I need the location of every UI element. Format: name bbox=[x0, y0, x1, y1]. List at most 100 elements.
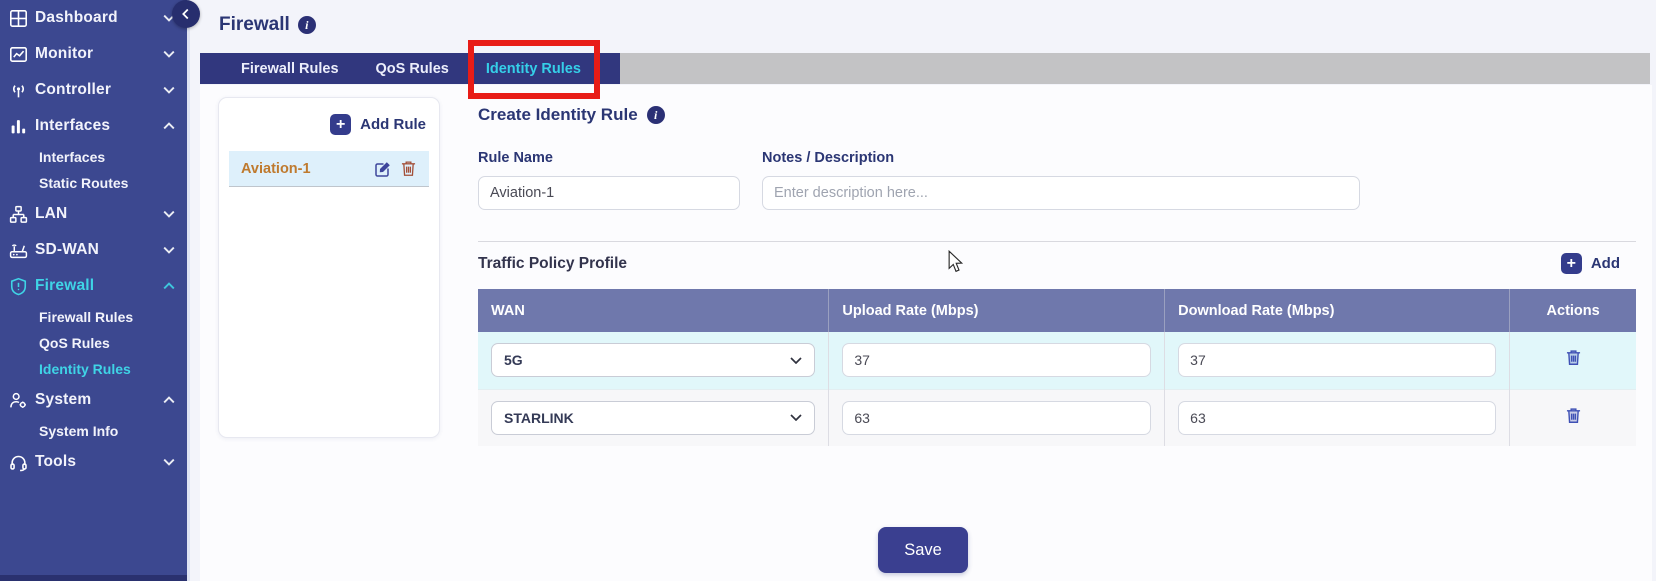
delete-row-button[interactable] bbox=[1566, 407, 1581, 424]
sidebar-subitem-qos-rules[interactable]: QoS Rules bbox=[0, 330, 187, 356]
wan-select-value: 5G bbox=[504, 352, 790, 368]
sidebar-item-label: Tools bbox=[35, 453, 163, 471]
sidebar-item-label: Controller bbox=[35, 81, 163, 99]
mouse-cursor bbox=[948, 250, 964, 273]
chevron-up-icon bbox=[163, 280, 175, 292]
notes-label: Notes / Description bbox=[762, 150, 1360, 166]
sidebar-subitem-system-info[interactable]: System Info bbox=[0, 418, 187, 444]
chevron-down-icon bbox=[163, 208, 175, 220]
chevron-down-icon bbox=[790, 357, 802, 364]
delete-rule-button[interactable] bbox=[401, 160, 419, 178]
info-icon[interactable]: i bbox=[647, 106, 665, 124]
sidebar-item-label: Monitor bbox=[35, 45, 163, 63]
sidebar-subitem-static-routes[interactable]: Static Routes bbox=[0, 170, 187, 196]
upload-rate-input[interactable] bbox=[842, 343, 1151, 377]
rule-list-item[interactable]: Aviation-1 bbox=[229, 151, 429, 187]
traffic-policy-header-row: Traffic Policy Profile + Add bbox=[478, 253, 1636, 274]
annotation-red-box bbox=[468, 40, 600, 99]
sidebar-item-interfaces[interactable]: Interfaces bbox=[0, 108, 187, 144]
form-fields-row: Rule Name Notes / Description bbox=[478, 150, 1636, 210]
sidebar-item-label: LAN bbox=[35, 205, 163, 223]
section-divider bbox=[478, 241, 1636, 242]
lan-network-icon bbox=[9, 205, 28, 224]
add-rule-button[interactable]: + Add Rule bbox=[219, 98, 439, 147]
info-icon[interactable]: i bbox=[298, 16, 316, 34]
sidebar-subitem-firewall-rules[interactable]: Firewall Rules bbox=[0, 304, 187, 330]
upload-rate-input[interactable] bbox=[842, 401, 1151, 435]
tab-bar-empty-area bbox=[620, 53, 1650, 84]
chevron-down-icon bbox=[163, 244, 175, 256]
bar-chart-icon bbox=[9, 117, 28, 136]
trash-icon bbox=[1566, 407, 1581, 424]
chevron-left-icon bbox=[178, 6, 194, 22]
sidebar-subitem-label: System Info bbox=[39, 423, 118, 439]
sidebar-item-label: SD-WAN bbox=[35, 241, 163, 259]
monitor-icon bbox=[9, 45, 28, 64]
traffic-policy-table: WAN Upload Rate (Mbps) Download Rate (Mb… bbox=[478, 289, 1636, 446]
sidebar-nav: Dashboard Monitor Controller bbox=[0, 0, 187, 480]
wan-select[interactable]: 5G bbox=[491, 343, 815, 377]
shield-icon bbox=[9, 277, 28, 296]
page-header: Firewall i bbox=[219, 14, 316, 36]
sidebar-subitem-label: Static Routes bbox=[39, 175, 128, 191]
wan-select[interactable]: STARLINK bbox=[491, 401, 815, 435]
plus-icon: + bbox=[330, 114, 351, 135]
column-header-download: Download Rate (Mbps) bbox=[1165, 289, 1510, 332]
sidebar-bottom-strip bbox=[0, 575, 187, 581]
rule-name-text: Aviation-1 bbox=[241, 161, 365, 177]
sidebar-item-label: System bbox=[35, 391, 163, 409]
sidebar-subitem-identity-rules[interactable]: Identity Rules bbox=[0, 356, 187, 382]
download-rate-input[interactable] bbox=[1178, 343, 1496, 377]
sidebar-item-label: Interfaces bbox=[35, 117, 163, 135]
sidebar-subitem-label: QoS Rules bbox=[39, 335, 110, 351]
rule-name-field-group: Rule Name bbox=[478, 150, 740, 210]
traffic-policy-label: Traffic Policy Profile bbox=[478, 255, 1561, 273]
chevron-up-icon bbox=[163, 394, 175, 406]
sidebar-item-dashboard[interactable]: Dashboard bbox=[0, 0, 187, 36]
save-button[interactable]: Save bbox=[878, 527, 968, 573]
column-header-upload: Upload Rate (Mbps) bbox=[829, 289, 1165, 332]
tab-qos-rules[interactable]: QoS Rules bbox=[376, 61, 449, 77]
trash-icon bbox=[1566, 349, 1581, 366]
download-rate-input[interactable] bbox=[1178, 401, 1496, 435]
sidebar-subitem-label: Firewall Rules bbox=[39, 309, 133, 325]
sidebar-item-lan[interactable]: LAN bbox=[0, 196, 187, 232]
sidebar-item-firewall[interactable]: Firewall bbox=[0, 268, 187, 304]
sidebar-item-monitor[interactable]: Monitor bbox=[0, 36, 187, 72]
delete-row-button[interactable] bbox=[1566, 349, 1581, 366]
chevron-down-icon bbox=[790, 414, 802, 421]
sidebar-subitem-label: Identity Rules bbox=[39, 361, 131, 377]
chevron-down-icon bbox=[163, 84, 175, 96]
edit-rule-button[interactable] bbox=[374, 160, 392, 178]
dashboard-icon bbox=[9, 9, 28, 28]
sidebar-item-tools[interactable]: Tools bbox=[0, 444, 187, 480]
column-header-wan: WAN bbox=[478, 289, 829, 332]
sidebar-item-label: Dashboard bbox=[35, 9, 163, 27]
column-header-actions: Actions bbox=[1510, 289, 1636, 332]
sidebar-collapse-button[interactable] bbox=[172, 0, 200, 28]
notes-field-group: Notes / Description bbox=[762, 150, 1360, 210]
rule-name-input[interactable] bbox=[478, 176, 740, 210]
rule-list-card: + Add Rule Aviation-1 bbox=[218, 97, 440, 438]
wan-select-value: STARLINK bbox=[504, 410, 790, 426]
table-row: STARLINK bbox=[478, 389, 1636, 446]
sidebar-item-system[interactable]: System bbox=[0, 382, 187, 418]
edit-pencil-icon bbox=[374, 160, 392, 178]
main-content: Firewall i Firewall Rules QoS Rules Iden… bbox=[190, 0, 1656, 581]
user-gear-icon bbox=[9, 391, 28, 410]
headset-icon bbox=[9, 453, 28, 472]
notes-input[interactable] bbox=[762, 176, 1360, 210]
form-title-row: Create Identity Rule i bbox=[478, 105, 1636, 125]
trash-icon bbox=[401, 160, 416, 177]
sidebar-item-controller[interactable]: Controller bbox=[0, 72, 187, 108]
save-row: Save bbox=[190, 527, 1656, 573]
tab-firewall-rules[interactable]: Firewall Rules bbox=[241, 61, 339, 77]
page-title: Firewall bbox=[219, 14, 290, 36]
add-traffic-policy-button[interactable]: + Add bbox=[1561, 253, 1636, 274]
sidebar-subitem-interfaces[interactable]: Interfaces bbox=[0, 144, 187, 170]
tab-bar: Firewall Rules QoS Rules Identity Rules bbox=[200, 53, 1650, 84]
sidebar-item-sdwan[interactable]: SD-WAN bbox=[0, 232, 187, 268]
table-header-row: WAN Upload Rate (Mbps) Download Rate (Mb… bbox=[478, 289, 1636, 332]
add-rule-label: Add Rule bbox=[360, 116, 426, 133]
sidebar: Dashboard Monitor Controller bbox=[0, 0, 187, 581]
